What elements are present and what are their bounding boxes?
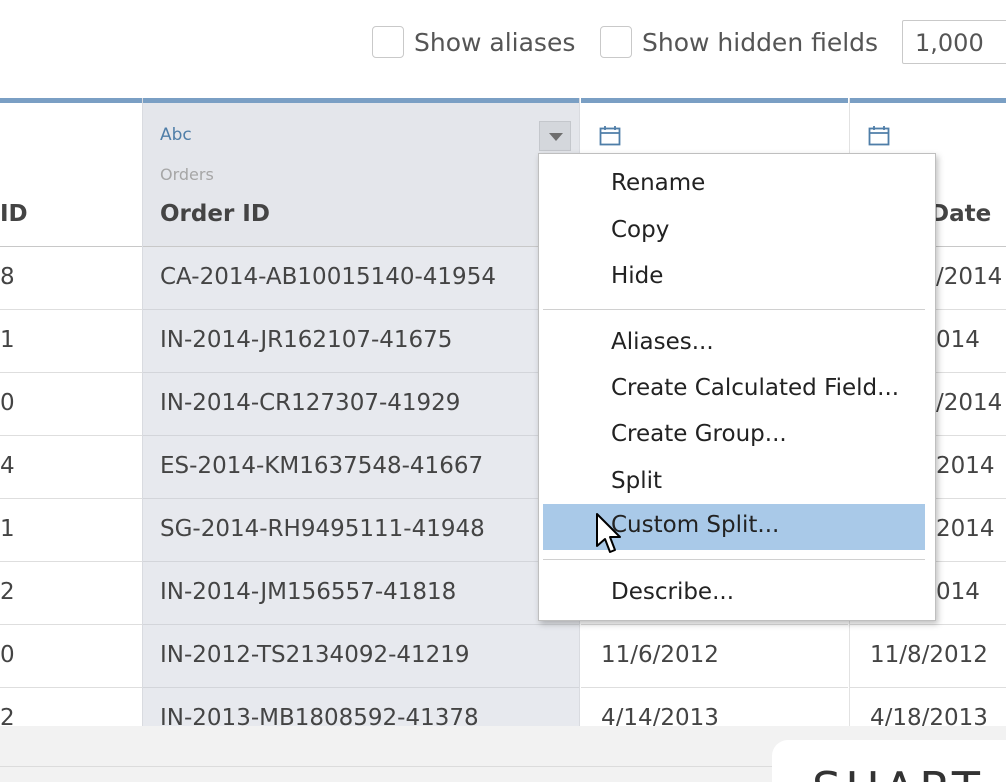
table-cell: 0 <box>0 373 142 436</box>
table-cell: 1 <box>0 310 142 373</box>
table-cell: 2 <box>0 562 142 625</box>
show-hidden-fields-checkbox[interactable] <box>600 26 632 58</box>
table-cell: 4/18/2013 <box>850 688 1006 726</box>
show-aliases-checkbox[interactable] <box>372 26 404 58</box>
string-type-icon[interactable]: Abc <box>160 125 192 145</box>
menu-item-hide[interactable]: Hide <box>543 255 925 301</box>
table-cell: IN-2014-JM156557-41818 <box>143 562 579 625</box>
calendar-icon[interactable] <box>868 125 890 146</box>
overlay-caption-text: SHART <box>812 762 984 782</box>
table-cell: IN-2012-TS2134092-41219 <box>143 625 579 688</box>
mouse-pointer-icon <box>596 513 621 553</box>
column-field-name: Order ID <box>160 201 270 227</box>
grid-column-row-id: ID 8 1 0 4 1 2 0 2 <box>0 98 142 726</box>
column-field-name: ID <box>0 201 28 227</box>
table-cell: CA-2014-AB10015140-41954 <box>143 247 579 310</box>
table-cell: ES-2014-KM1637548-41667 <box>143 436 579 499</box>
menu-item-rename[interactable]: Rename <box>543 162 925 208</box>
table-cell: IN-2014-JR162107-41675 <box>143 310 579 373</box>
data-grid-toolbar: Show aliases Show hidden fields 1,000 <box>0 0 1006 98</box>
table-cell: IN-2013-MB1808592-41378 <box>143 688 579 726</box>
calendar-icon[interactable] <box>599 125 621 146</box>
column-source-table: Orders <box>160 165 214 184</box>
table-cell: 2 <box>0 688 142 726</box>
table-cell: 4/14/2013 <box>581 688 848 726</box>
menu-separator <box>543 559 925 560</box>
menu-item-aliases[interactable]: Aliases... <box>543 321 925 367</box>
show-aliases-label: Show aliases <box>414 27 576 57</box>
table-cell: 0 <box>0 625 142 688</box>
menu-item-create-group[interactable]: Create Group... <box>543 413 925 459</box>
column-header[interactable]: ID <box>0 103 142 247</box>
table-cell: 4 <box>0 436 142 499</box>
menu-item-split[interactable]: Split <box>543 460 925 506</box>
show-hidden-fields-option[interactable]: Show hidden fields <box>600 26 878 58</box>
column-field-name: Date <box>930 201 992 227</box>
column-header[interactable]: Abc Orders Order ID <box>143 103 579 247</box>
table-cell: IN-2014-CR127307-41929 <box>143 373 579 436</box>
table-cell: 8 <box>0 247 142 310</box>
menu-item-describe[interactable]: Describe... <box>543 571 925 617</box>
table-cell: 11/6/2012 <box>581 625 848 688</box>
video-overlay-caption: SHART <box>772 740 1006 782</box>
grid-column-order-id: Abc Orders Order ID CA-2014-AB10015140-4… <box>142 98 580 726</box>
table-cell: 1 <box>0 499 142 562</box>
show-hidden-fields-label: Show hidden fields <box>642 27 879 57</box>
menu-item-copy[interactable]: Copy <box>543 209 925 255</box>
menu-separator <box>543 309 925 310</box>
table-cell: 11/8/2012 <box>850 625 1006 688</box>
table-cell: SG-2014-RH9495111-41948 <box>143 499 579 562</box>
rows-count-input[interactable]: 1,000 <box>902 20 1006 64</box>
menu-item-create-calculated-field[interactable]: Create Calculated Field... <box>543 367 925 413</box>
show-aliases-option[interactable]: Show aliases <box>372 26 575 58</box>
column-menu-dropdown-icon[interactable] <box>539 121 571 151</box>
